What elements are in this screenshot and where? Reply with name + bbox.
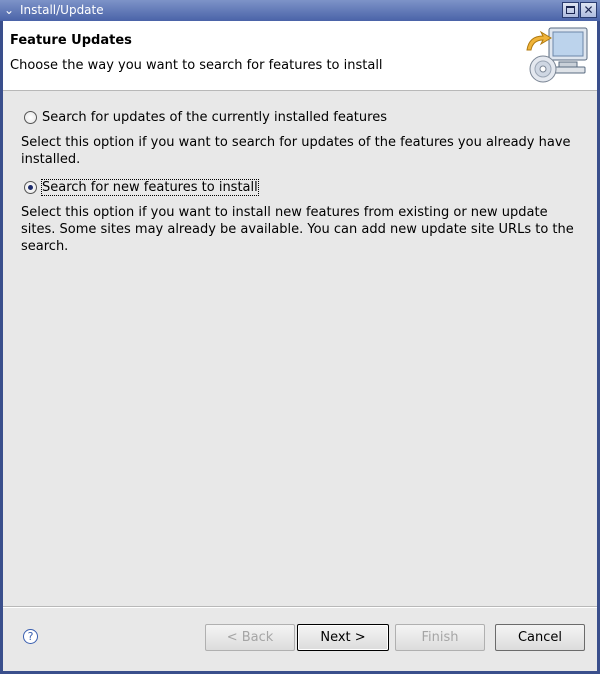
help-icon[interactable]: ?	[23, 629, 38, 644]
chevron-down-icon[interactable]: ⌄	[0, 1, 18, 19]
radio-search-updates[interactable]	[24, 111, 37, 124]
maximize-icon	[566, 6, 575, 14]
option-search-updates-description: Select this option if you want to search…	[21, 135, 571, 167]
next-button[interactable]: Next >	[297, 624, 389, 651]
page-description: Choose the way you want to search for fe…	[10, 58, 383, 73]
title-bar[interactable]: ⌄ Install/Update ✕	[0, 0, 600, 21]
page-title: Feature Updates	[10, 33, 132, 48]
radio-search-new-features[interactable]	[24, 181, 37, 194]
close-icon: ✕	[583, 3, 594, 17]
footer-separator	[3, 606, 597, 608]
window-title: Install/Update	[20, 3, 104, 17]
install-update-wizard-icon	[526, 27, 588, 83]
back-button[interactable]: < Back	[205, 624, 295, 651]
install-update-dialog: ⌄ Install/Update ✕ Feature Updates Choos…	[0, 0, 600, 674]
finish-button[interactable]: Finish	[395, 624, 485, 651]
close-button[interactable]: ✕	[580, 2, 597, 18]
wizard-header: Feature Updates Choose the way you want …	[3, 21, 597, 91]
option-search-new-features-description: Select this option if you want to instal…	[21, 205, 574, 254]
maximize-button[interactable]	[562, 2, 579, 18]
option-search-new-features-label[interactable]: Search for new features to install	[41, 179, 259, 196]
option-search-updates-label[interactable]: Search for updates of the currently inst…	[42, 110, 387, 125]
cancel-button[interactable]: Cancel	[495, 624, 585, 651]
